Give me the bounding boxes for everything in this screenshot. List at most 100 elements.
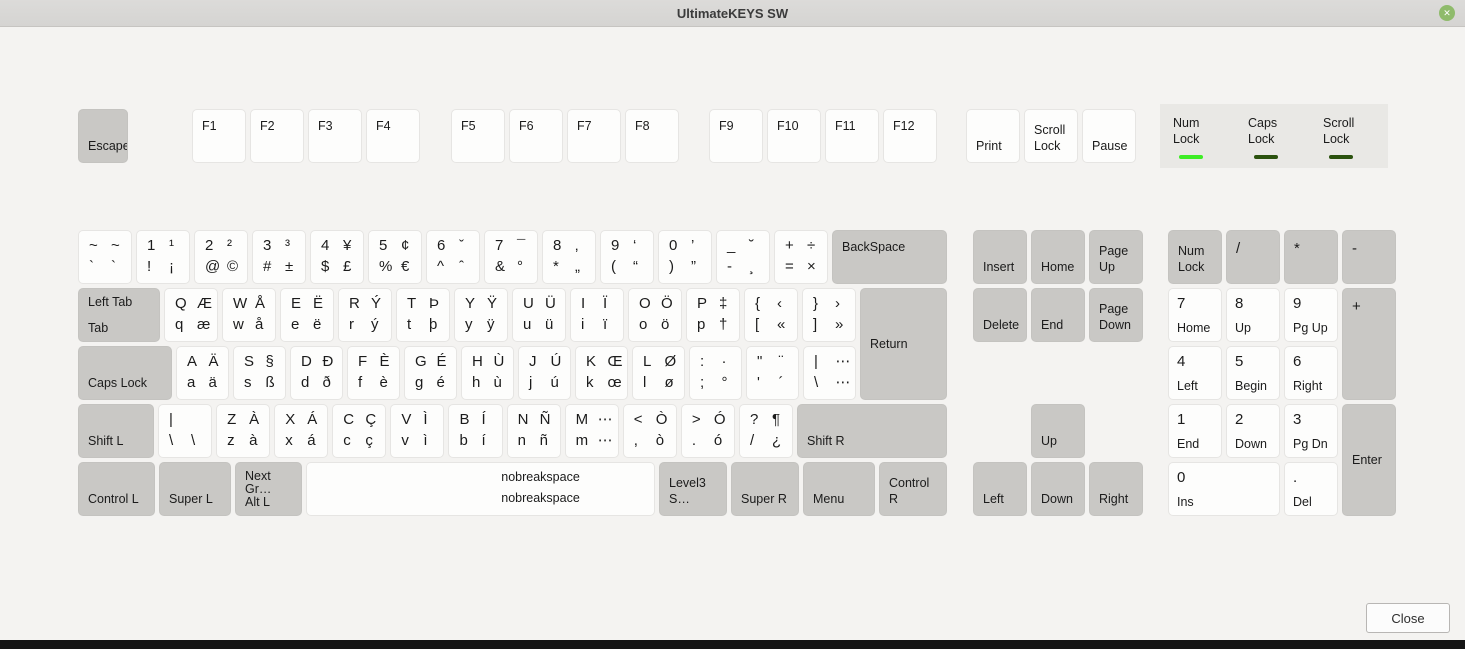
key-control-r[interactable]: Control R [879,462,947,516]
key-slash[interactable]: ?¶/¿ [739,404,793,458]
key-0[interactable]: 0’)” [658,230,712,284]
key-j[interactable]: JÚjú [518,346,571,400]
key-4[interactable]: 4¥$£ [310,230,364,284]
key-apostrophe[interactable]: "¨'´ [746,346,799,400]
key-f8[interactable]: F8 [625,109,679,163]
key-p[interactable]: P‡p† [686,288,740,342]
key-n[interactable]: NÑnñ [507,404,561,458]
key-kp-divide[interactable]: / [1226,230,1280,284]
key-kp-numlock[interactable]: Num Lock [1168,230,1222,284]
key-scroll-lock[interactable]: Scroll Lock [1024,109,1078,163]
key-f2[interactable]: F2 [250,109,304,163]
key-capslock[interactable]: Caps Lock [78,346,172,400]
key-u[interactable]: UÜuü [512,288,566,342]
key-z[interactable]: ZÀzà [216,404,270,458]
key-t[interactable]: TÞtþ [396,288,450,342]
key-o[interactable]: OÖoö [628,288,682,342]
key-f3[interactable]: F3 [308,109,362,163]
key-3[interactable]: 3³#± [252,230,306,284]
key-shift-r[interactable]: Shift R [797,404,947,458]
key-y[interactable]: YŸyÿ [454,288,508,342]
key-kp-5[interactable]: 5Begin [1226,346,1280,400]
key-bracketright[interactable]: }›]» [802,288,856,342]
key-left[interactable]: Left [973,462,1027,516]
key-f[interactable]: FÈfè [347,346,400,400]
key-kp-8[interactable]: 8Up [1226,288,1280,342]
window-close-button[interactable]: ✕ [1439,5,1455,21]
key-pagedown[interactable]: Page Down [1089,288,1143,342]
key-menu[interactable]: Menu [803,462,875,516]
key-kp-1[interactable]: 1End [1168,404,1222,458]
key-equal[interactable]: +÷=× [774,230,828,284]
key-k[interactable]: KŒkœ [575,346,628,400]
key-kp-subtract[interactable]: - [1342,230,1396,284]
key-kp-4[interactable]: 4Left [1168,346,1222,400]
key-f4[interactable]: F4 [366,109,420,163]
key-kp-decimal[interactable]: .Del [1284,462,1338,516]
key-r[interactable]: RÝrý [338,288,392,342]
key-s[interactable]: S§sß [233,346,286,400]
key-i[interactable]: IÏiï [570,288,624,342]
key-9[interactable]: 9‘(“ [600,230,654,284]
key-up[interactable]: Up [1031,404,1085,458]
close-button[interactable]: Close [1366,603,1450,633]
key-alt-l[interactable]: Next Gr…Alt L [235,462,302,516]
key-print[interactable]: Print [966,109,1020,163]
key-kp-enter[interactable]: Enter [1342,404,1396,516]
key-minus[interactable]: _˘-¸ [716,230,770,284]
key-down[interactable]: Down [1031,462,1085,516]
key-super-r[interactable]: Super R [731,462,799,516]
key-insert[interactable]: Insert [973,230,1027,284]
key-c[interactable]: CÇcç [332,404,386,458]
key-2[interactable]: 2²@© [194,230,248,284]
key-f12[interactable]: F12 [883,109,937,163]
key-pause[interactable]: Pause [1082,109,1136,163]
key-l[interactable]: LØlø [632,346,685,400]
key-tab[interactable]: Left TabTab [78,288,160,342]
key-e[interactable]: EËeë [280,288,334,342]
key-kp-0[interactable]: 0Ins [1168,462,1280,516]
key-kp-multiply[interactable]: * [1284,230,1338,284]
key-period[interactable]: >Ó.ó [681,404,735,458]
key-f9[interactable]: F9 [709,109,763,163]
key-w[interactable]: WÅwå [222,288,276,342]
key-right[interactable]: Right [1089,462,1143,516]
key-b[interactable]: BÍbí [448,404,502,458]
key-return[interactable]: Return [860,288,947,400]
key-kp-3[interactable]: 3Pg Dn [1284,404,1338,458]
key-d[interactable]: DÐdð [290,346,343,400]
key-q[interactable]: QÆqæ [164,288,218,342]
key-6[interactable]: 6ˇ^ˆ [426,230,480,284]
key-1[interactable]: 1¹!¡ [136,230,190,284]
key-v[interactable]: VÌvì [390,404,444,458]
key-kp-9[interactable]: 9Pg Up [1284,288,1338,342]
key-5[interactable]: 5¢%€ [368,230,422,284]
key-shift-l[interactable]: Shift L [78,404,154,458]
key-kp-2[interactable]: 2Down [1226,404,1280,458]
key-home[interactable]: Home [1031,230,1085,284]
key-space[interactable]: nobreakspacenobreakspace [306,462,655,516]
key-end[interactable]: End [1031,288,1085,342]
key-level3-shift[interactable]: Level3 S… [659,462,727,516]
key-f11[interactable]: F11 [825,109,879,163]
key-kp-add[interactable]: + [1342,288,1396,400]
key-f5[interactable]: F5 [451,109,505,163]
key-control-l[interactable]: Control L [78,462,155,516]
key-escape[interactable]: Escape [78,109,128,163]
key-f6[interactable]: F6 [509,109,563,163]
key-backspace[interactable]: BackSpace [832,230,947,284]
key-kp-7[interactable]: 7Home [1168,288,1222,342]
key-7[interactable]: 7¯&° [484,230,538,284]
key-f7[interactable]: F7 [567,109,621,163]
key-semicolon[interactable]: :·;° [689,346,742,400]
key-a[interactable]: AÄaä [176,346,229,400]
key-8[interactable]: 8‚*„ [542,230,596,284]
key-x[interactable]: XÁxá [274,404,328,458]
key-grave[interactable]: ~~`` [78,230,132,284]
key-backslash[interactable]: |⋯\⋯ [803,346,856,400]
key-delete[interactable]: Delete [973,288,1027,342]
key-bracketleft[interactable]: {‹[« [744,288,798,342]
key-less[interactable]: |\\ [158,404,212,458]
key-comma[interactable]: <Ò,ò [623,404,677,458]
key-m[interactable]: M⋯m⋯ [565,404,619,458]
